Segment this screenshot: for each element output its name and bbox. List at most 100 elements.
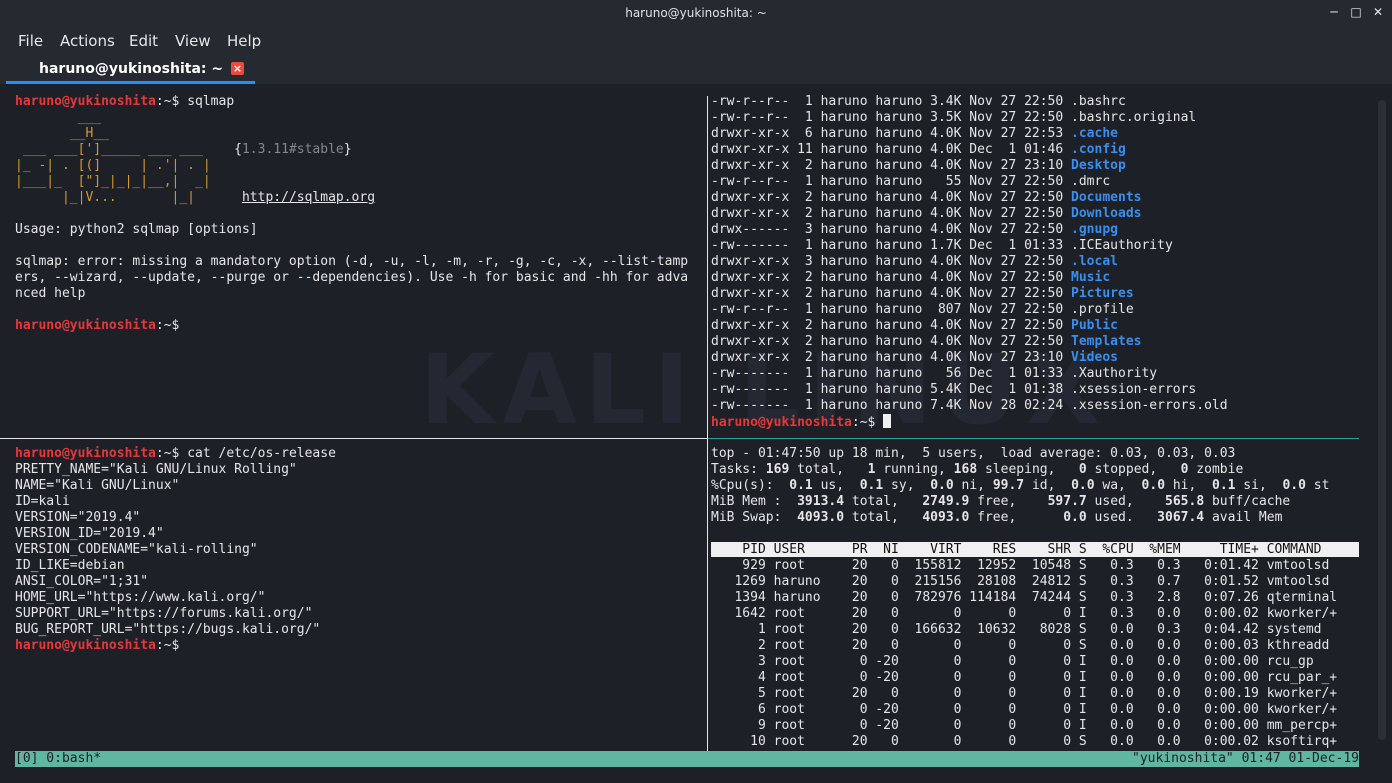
tab-bar: haruno@yukinoshita: ~ × (0, 54, 1392, 84)
top-summary-text: buff/cache (1204, 494, 1291, 509)
sqlmap-banner-art: ___ (15, 110, 102, 125)
process-row: 1 root 20 0 166632 10632 8028 S 0.0 0.3 … (711, 622, 1359, 638)
pane-top[interactable]: top - 01:47:50 up 18 min, 5 users, load … (711, 446, 1359, 750)
ls-meta: -rw------- 1 haruno haruno 5.4K Dec 1 01… (711, 382, 1072, 397)
ls-dir-name: Documents (1071, 190, 1142, 205)
ls-meta: -rw-r--r-- 1 haruno haruno 807 Nov 27 22… (711, 302, 1072, 317)
menu-actions[interactable]: Actions (60, 32, 115, 50)
close-icon[interactable]: ✕ (1372, 6, 1384, 18)
window-title: haruno@yukinoshita: ~ (625, 6, 767, 20)
top-summary-text: 565.8 (1165, 494, 1205, 509)
pane-ls[interactable]: -rw-r--r-- 1 haruno haruno 3.4K Nov 27 2… (711, 94, 1371, 439)
top-summary-text: MiB Swap: (711, 510, 798, 525)
ls-row: -rw------- 1 haruno haruno 5.4K Dec 1 01… (711, 382, 1371, 398)
top-summary-text: free, (969, 510, 1064, 525)
pane-divider-left[interactable] (0, 438, 707, 439)
ls-dir-name: Music (1071, 270, 1111, 285)
top-summary-text: wa, (1094, 478, 1142, 493)
pane-os-release[interactable]: haruno@yukinoshita:~$ cat /etc/os-releas… (15, 446, 705, 656)
ls-meta: -rw------- 1 haruno haruno 56 Dec 1 01:3… (711, 366, 1072, 381)
top-summary-line: Tasks: 169 total, 1 running, 168 sleepin… (711, 462, 1359, 478)
ls-dir-name: .config (1071, 142, 1126, 157)
process-row-text: 9 root 0 -20 0 0 0 I 0.0 0.0 0:00.00 mm_… (711, 718, 1338, 733)
top-summary-text: ni, (953, 478, 993, 493)
top-summary-text: total, (844, 494, 923, 509)
tab-close-icon[interactable]: × (231, 62, 244, 75)
ls-row: drwxr-xr-x 11 haruno haruno 4.0K Dec 1 0… (711, 142, 1371, 158)
ls-meta: -rw------- 1 haruno haruno 7.4K Nov 28 0… (711, 398, 1072, 413)
process-row: 3 root 0 -20 0 0 0 I 0.0 0.0 0:00.00 rcu… (711, 654, 1359, 670)
ls-meta: drwxr-xr-x 2 haruno haruno 4.0K Nov 27 2… (711, 206, 1072, 221)
menu-help[interactable]: Help (227, 32, 261, 50)
top-summary-text: Tasks: (711, 462, 766, 477)
ls-row: -rw-r--r-- 1 haruno haruno 807 Nov 27 22… (711, 302, 1371, 318)
error-line: sqlmap: error: missing a mandatory optio… (15, 254, 705, 270)
os-release-line: ID=kali (15, 494, 705, 510)
terminal-area[interactable]: KALI LINUX haruno@yukinoshita:~$ sqlmap … (0, 84, 1392, 783)
os-release-text: PRETTY_NAME="Kali GNU/Linux Rolling" (15, 462, 297, 477)
maximize-icon[interactable]: □ (1350, 6, 1362, 18)
ls-dir-name: .cache (1071, 126, 1118, 141)
os-release-line: VERSION_ID="2019.4" (15, 526, 705, 542)
process-row: 2 root 20 0 0 0 0 S 0.0 0.0 0:00.03 kthr… (711, 638, 1359, 654)
ls-dir-name: Downloads (1071, 206, 1142, 221)
os-release-line: ID_LIKE=debian (15, 558, 705, 574)
minimize-icon[interactable]: ─ (1328, 6, 1340, 18)
ls-row: drwxr-xr-x 2 haruno haruno 4.0K Nov 27 2… (711, 286, 1371, 302)
os-release-line: NAME="Kali GNU/Linux" (15, 478, 705, 494)
os-release-line: HOME_URL="https://www.kali.org/" (15, 590, 705, 606)
process-row: 10 root 20 0 0 0 0 S 0.0 0.0 0:00.02 kso… (711, 734, 1359, 750)
sqlmap-banner-art: |___|_ ["]_|_|_|__,| _| (15, 174, 211, 189)
ls-meta: drwxr-xr-x 2 haruno haruno 4.0K Nov 27 2… (711, 318, 1072, 333)
top-summary-text: 0.1 (1212, 478, 1236, 493)
ls-file-name: .profile (1071, 302, 1134, 317)
pane-divider-vertical[interactable] (707, 96, 708, 752)
top-summary-line: MiB Mem : 3913.4 total, 2749.9 free, 597… (711, 494, 1359, 510)
ls-row: drwx------ 3 haruno haruno 4.0K Nov 27 2… (711, 222, 1371, 238)
tmux-status-bar: [0] 0:bash* "yukinoshita" 01:47 01-Dec-1… (15, 751, 1359, 767)
os-release-line: SUPPORT_URL="https://forums.kali.org/" (15, 606, 705, 622)
os-release-text: ID_LIKE=debian (15, 558, 125, 573)
pane-divider-right[interactable] (708, 438, 1359, 439)
ls-meta: drwxr-xr-x 2 haruno haruno 4.0K Nov 27 2… (711, 350, 1072, 365)
ls-meta: -rw-r--r-- 1 haruno haruno 55 Nov 27 22:… (711, 174, 1072, 189)
ls-meta: drwxr-xr-x 2 haruno haruno 4.0K Nov 27 2… (711, 334, 1072, 349)
prompt-line: haruno@yukinoshita:~$ (15, 638, 705, 654)
tab-terminal[interactable]: haruno@yukinoshita: ~ × (6, 54, 255, 84)
top-summary-text: si, (1235, 478, 1283, 493)
error-text: ers, --wizard, --update, --purge or --de… (15, 270, 689, 285)
error-text: nced help (15, 286, 86, 301)
menu-bar: File Actions Edit View Help (0, 26, 1392, 54)
menu-view[interactable]: View (175, 32, 211, 50)
os-release-text: VERSION_CODENAME="kali-rolling" (15, 542, 258, 557)
cursor-gap (875, 415, 883, 430)
error-text: sqlmap: error: missing a mandatory optio… (15, 254, 689, 269)
top-summary-text: 3913.4 (797, 494, 845, 509)
top-summary-text: 0 (1078, 462, 1087, 477)
ls-meta: drwx------ 3 haruno haruno 4.0K Nov 27 2… (711, 222, 1072, 237)
top-summary-text: id, (1024, 478, 1072, 493)
top-summary-line: MiB Swap: 4093.0 total, 4093.0 free, 0.0… (711, 510, 1359, 526)
ls-meta: -rw-r--r-- 1 haruno haruno 3.5K Nov 27 2… (711, 110, 1072, 125)
menu-edit[interactable]: Edit (129, 32, 158, 50)
process-row: 929 root 20 0 155812 12952 10548 S 0.3 0… (711, 558, 1359, 574)
ls-file-name: .xsession-errors (1071, 382, 1197, 397)
ls-row: drwxr-xr-x 6 haruno haruno 4.0K Nov 27 2… (711, 126, 1371, 142)
os-release-text: HOME_URL="https://www.kali.org/" (15, 590, 266, 605)
process-row: 5 root 20 0 0 0 0 I 0.0 0.0 0:00.19 kwor… (711, 686, 1359, 702)
prompt-suffix: :~$ (155, 94, 180, 109)
ls-dir-name: Videos (1071, 350, 1118, 365)
scrollbar[interactable] (1378, 100, 1386, 740)
menu-file[interactable]: File (18, 32, 43, 50)
error-line: nced help (15, 286, 705, 302)
top-summary-text: st (1305, 478, 1330, 493)
process-row: 4 root 0 -20 0 0 0 I 0.0 0.0 0:00.00 rcu… (711, 670, 1359, 686)
pane-sqlmap[interactable]: haruno@yukinoshita:~$ sqlmap ___ __H__ _… (15, 94, 705, 434)
ls-file-name: .ICEauthority (1071, 238, 1173, 253)
os-release-text: VERSION="2019.4" (15, 510, 141, 525)
sqlmap-banner-line: |_ -| . [(] | .'| . | (15, 158, 705, 174)
process-row: 9 root 0 -20 0 0 0 I 0.0 0.0 0:00.00 mm_… (711, 718, 1359, 734)
error-line: ers, --wizard, --update, --purge or --de… (15, 270, 705, 286)
